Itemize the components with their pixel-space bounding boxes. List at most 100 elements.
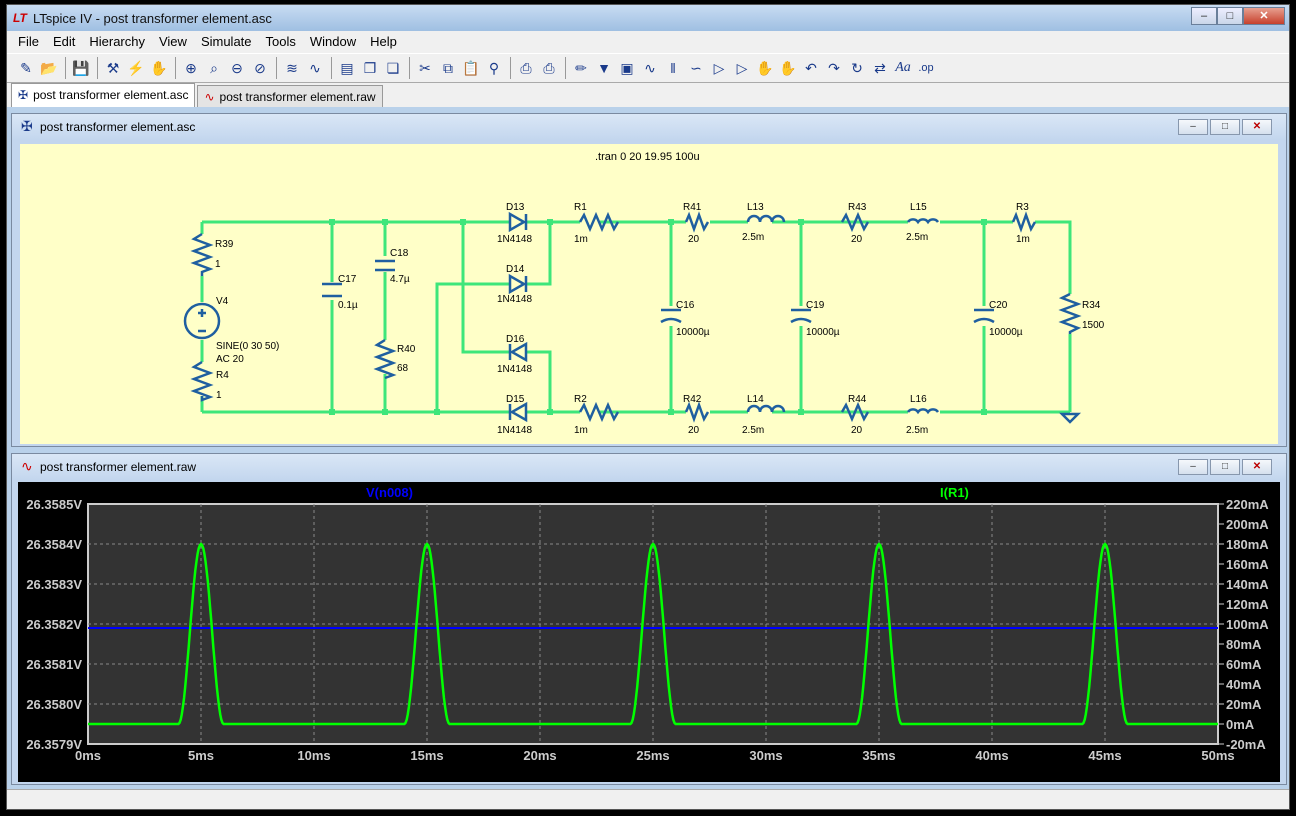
- copy-icon[interactable]: ⧉: [437, 57, 459, 79]
- diode-d13[interactable]: [508, 211, 528, 233]
- capacitor-c16[interactable]: [660, 308, 682, 324]
- label-l14-ref: L14: [747, 394, 764, 405]
- diode-d14[interactable]: [508, 273, 528, 295]
- tab-waveform[interactable]: ∿ post transformer element.raw: [197, 85, 383, 107]
- tile-vertical-icon[interactable]: ❏: [382, 57, 404, 79]
- label-c19-val: 10000µ: [806, 327, 840, 338]
- resistor-r4[interactable]: [190, 360, 214, 402]
- draw-wire-icon[interactable]: ✏: [570, 57, 592, 79]
- spice-directive[interactable]: .tran 0 20 19.95 100u: [595, 151, 700, 163]
- label-r34-val: 1500: [1082, 320, 1105, 331]
- schematic-close-button[interactable]: ✕: [1242, 119, 1272, 135]
- rotate-icon[interactable]: ↻: [846, 57, 868, 79]
- diode-d15[interactable]: [508, 401, 528, 423]
- y-left-tick-label: 26.3580V: [26, 697, 82, 712]
- title-bar[interactable]: LT LTspice IV - post transformer element…: [7, 5, 1289, 31]
- schematic-window-header[interactable]: ✠ post transformer element.asc – □ ✕: [12, 114, 1286, 140]
- menu-file[interactable]: File: [11, 31, 46, 53]
- schematic-canvas[interactable]: .tran 0 20 19.95 100u R39 1 V4 SINE(0 30…: [20, 144, 1278, 444]
- label-r3-ref: R3: [1016, 202, 1029, 213]
- waveform-window: ∿ post transformer element.raw – □ ✕ 0ms…: [11, 453, 1287, 785]
- label-l15-ref: L15: [910, 202, 927, 213]
- y-right-tick-label: 180mA: [1226, 537, 1269, 552]
- mirror-icon[interactable]: ⇄: [869, 57, 891, 79]
- spice-directive-icon[interactable]: .op: [915, 57, 937, 79]
- label-v4-ac: AC 20: [216, 354, 244, 365]
- inductor-l15[interactable]: [906, 218, 940, 225]
- inductor-l16[interactable]: [906, 408, 940, 415]
- maximize-button[interactable]: □: [1217, 7, 1243, 25]
- control-panel-icon[interactable]: ⚒: [102, 57, 124, 79]
- menu-view[interactable]: View: [152, 31, 194, 53]
- waveform-icon[interactable]: ∿: [304, 57, 326, 79]
- zoom-out-icon[interactable]: ⊖: [226, 57, 248, 79]
- tile-horizontal-icon[interactable]: ▤: [336, 57, 358, 79]
- label-r40-val: 68: [397, 363, 409, 374]
- close-button[interactable]: ✕: [1243, 7, 1285, 25]
- menu-window[interactable]: Window: [303, 31, 363, 53]
- open-folder-icon[interactable]: 📂: [38, 57, 60, 79]
- cascade-icon[interactable]: ❐: [359, 57, 381, 79]
- resistor-r2[interactable]: [578, 401, 620, 423]
- zoom-cancel-icon[interactable]: ⊘: [249, 57, 271, 79]
- pan-hand-icon[interactable]: ✋: [148, 57, 170, 79]
- zoom-in-icon[interactable]: ⊕: [180, 57, 202, 79]
- label-r39-ref: R39: [215, 239, 234, 250]
- new-schematic-icon[interactable]: ✎: [15, 57, 37, 79]
- diode-icon[interactable]: ▷: [708, 57, 730, 79]
- ground-symbol: [1058, 412, 1082, 424]
- diode-d16[interactable]: [508, 341, 528, 363]
- resistor-r39[interactable]: [190, 232, 214, 276]
- resistor-icon[interactable]: ∿: [639, 57, 661, 79]
- print-setup-icon[interactable]: ⎙: [515, 57, 537, 79]
- x-tick-label: 5ms: [188, 748, 214, 763]
- save-icon[interactable]: 💾: [70, 57, 92, 79]
- label-d16-ref: D16: [506, 334, 525, 345]
- autorange-icon[interactable]: ≋: [281, 57, 303, 79]
- menu-help[interactable]: Help: [363, 31, 404, 53]
- menu-hierarchy[interactable]: Hierarchy: [82, 31, 152, 53]
- menu-simulate[interactable]: Simulate: [194, 31, 259, 53]
- ground-icon[interactable]: ▼: [593, 57, 615, 79]
- waveform-minimize-button[interactable]: –: [1178, 459, 1208, 475]
- find-icon[interactable]: ⚲: [483, 57, 505, 79]
- menu-edit[interactable]: Edit: [46, 31, 82, 53]
- label-net-icon[interactable]: ▣: [616, 57, 638, 79]
- waveform-icon: ∿: [204, 90, 215, 104]
- inductor-icon[interactable]: ∽: [685, 57, 707, 79]
- print-icon[interactable]: ⎙: [538, 57, 560, 79]
- capacitor-c20[interactable]: [973, 308, 995, 324]
- resistor-r34[interactable]: [1058, 292, 1082, 334]
- run-icon[interactable]: ⚡: [125, 57, 147, 79]
- capacitor-c18[interactable]: [375, 259, 395, 272]
- label-r44-ref: R44: [848, 394, 867, 405]
- text-icon[interactable]: Aa: [892, 57, 914, 79]
- resistor-r1[interactable]: [578, 211, 620, 233]
- redo-icon[interactable]: ↷: [823, 57, 845, 79]
- undo-icon[interactable]: ↶: [800, 57, 822, 79]
- waveform-close-button[interactable]: ✕: [1242, 459, 1272, 475]
- move-icon[interactable]: ✋: [754, 57, 776, 79]
- waveform-plot[interactable]: 0ms 5ms 10ms 15ms 20ms 25ms 30ms 35ms 40ms 45ms 50…: [18, 482, 1280, 782]
- label-l13-val: 2.5m: [742, 232, 764, 243]
- schematic-maximize-button[interactable]: □: [1210, 119, 1240, 135]
- cut-icon[interactable]: ✂: [414, 57, 436, 79]
- label-d16-val: 1N4148: [497, 364, 532, 375]
- resistor-r42[interactable]: [684, 401, 710, 423]
- schematic-minimize-button[interactable]: –: [1178, 119, 1208, 135]
- drag-icon[interactable]: ✋: [777, 57, 799, 79]
- capacitor-c19[interactable]: [790, 308, 812, 324]
- resistor-r41[interactable]: [684, 211, 710, 233]
- minimize-button[interactable]: –: [1191, 7, 1217, 25]
- menu-tools[interactable]: Tools: [259, 31, 303, 53]
- tab-schematic[interactable]: ✠ post transformer element.asc: [11, 83, 196, 107]
- resistor-r40[interactable]: [373, 338, 397, 380]
- resistor-r3[interactable]: [1011, 211, 1037, 233]
- waveform-maximize-button[interactable]: □: [1210, 459, 1240, 475]
- zoom-area-icon[interactable]: ⌕: [203, 57, 225, 79]
- waveform-window-header[interactable]: ∿ post transformer element.raw – □ ✕: [12, 454, 1286, 480]
- paste-icon[interactable]: 📋: [460, 57, 482, 79]
- capacitor-c17[interactable]: [322, 282, 342, 298]
- capacitor-icon[interactable]: ‖: [662, 57, 684, 79]
- component-icon[interactable]: ▷: [731, 57, 753, 79]
